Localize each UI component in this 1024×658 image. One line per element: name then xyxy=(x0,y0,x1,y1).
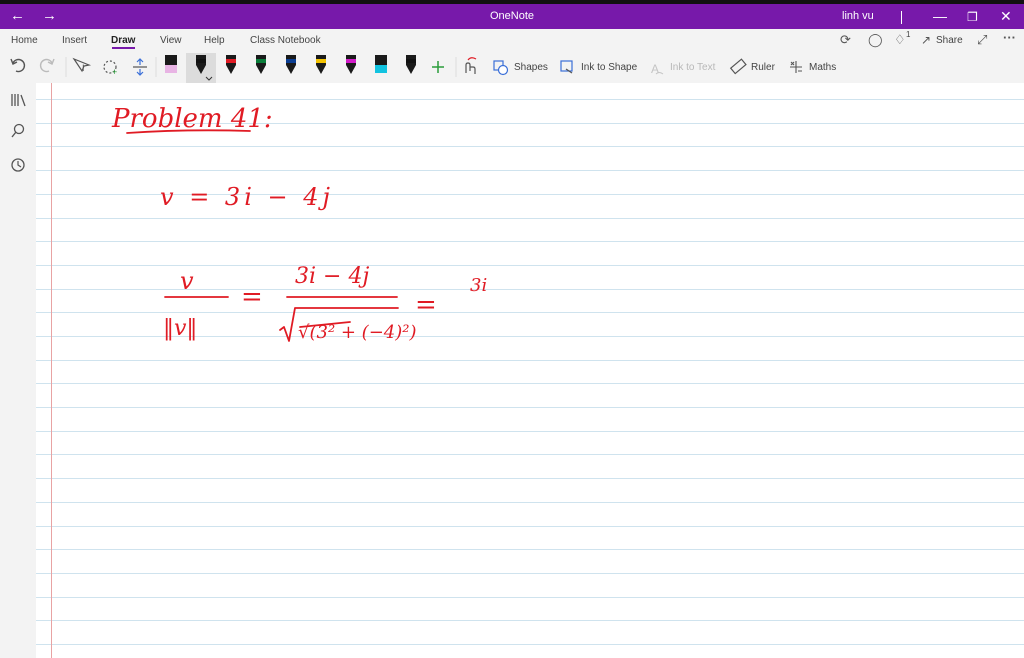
denominator-sqrt: √(3² + (−4)²) xyxy=(298,322,417,343)
ribbon: Home Insert Draw View Help Class Noteboo… xyxy=(0,29,1024,84)
redo-icon[interactable] xyxy=(39,58,55,73)
recent-icon[interactable] xyxy=(11,158,25,172)
numerator-3i-4j: 3i − 4j xyxy=(295,264,369,289)
svg-text:+: + xyxy=(112,67,117,77)
cyan-highlighter-icon[interactable] xyxy=(375,55,387,73)
note-canvas[interactable]: Problem 41: v = 3i − 4j v ‖v‖ = 3i − 4j … xyxy=(36,83,1024,658)
partial-3i: 3i xyxy=(470,275,487,296)
user-name[interactable]: linh vu xyxy=(842,10,874,22)
restore-icon[interactable]: ❐ xyxy=(967,8,978,26)
equals-sign-1: = xyxy=(241,282,263,312)
ink-to-shape-icon[interactable] xyxy=(560,60,573,74)
pink-highlighter-icon[interactable] xyxy=(165,55,177,73)
vector-definition: v = 3i − 4j xyxy=(160,183,334,211)
add-space-icon[interactable] xyxy=(133,58,147,76)
shapes-button[interactable]: Shapes xyxy=(514,62,548,73)
shapes-icon[interactable] xyxy=(493,60,509,76)
yellow-pen-icon[interactable] xyxy=(316,55,326,74)
handwritten-ink: Problem 41: v = 3i − 4j v ‖v‖ = 3i − 4j … xyxy=(111,104,487,343)
ink-to-shape-button[interactable]: Ink to Shape xyxy=(581,62,637,73)
red-pen-icon[interactable] xyxy=(226,55,236,74)
minimize-icon[interactable]: — xyxy=(933,7,947,25)
type-select-icon[interactable]: I xyxy=(72,57,92,73)
black-pen-icon[interactable] xyxy=(406,55,416,74)
numerator-v: v xyxy=(180,267,194,295)
notebooks-icon[interactable] xyxy=(11,94,26,107)
draw-toolbar: I + A xyxy=(10,53,802,83)
title-bar: ← → OneNote linh vu — ❐ ✕ xyxy=(0,4,1024,29)
title-separator xyxy=(901,11,902,24)
ruler-icon[interactable] xyxy=(729,58,747,75)
touch-drawing-icon[interactable] xyxy=(465,57,477,74)
maths-button[interactable]: Maths xyxy=(809,62,836,73)
denominator-norm: ‖v‖ xyxy=(163,316,197,341)
ink-to-text-button: Ink to Text xyxy=(670,62,716,73)
green-pen-icon[interactable] xyxy=(256,55,266,74)
svg-text:A: A xyxy=(651,62,659,76)
problem-heading: Problem 41: xyxy=(111,104,273,134)
ruler-button[interactable]: Ruler xyxy=(751,62,775,73)
add-pen-icon[interactable] xyxy=(432,61,444,73)
svg-text:I: I xyxy=(82,63,85,73)
equals-sign-2: = xyxy=(415,290,437,320)
blue-pen-icon[interactable] xyxy=(286,55,296,74)
search-icon[interactable] xyxy=(11,123,25,138)
undo-icon[interactable] xyxy=(10,58,26,73)
magenta-pen-icon[interactable] xyxy=(346,55,356,74)
close-icon[interactable]: ✕ xyxy=(1000,7,1012,25)
maths-icon[interactable] xyxy=(790,61,802,73)
lasso-select-icon[interactable]: + xyxy=(103,60,117,77)
ink-to-text-icon: A xyxy=(651,62,664,76)
left-sidebar xyxy=(0,83,36,658)
